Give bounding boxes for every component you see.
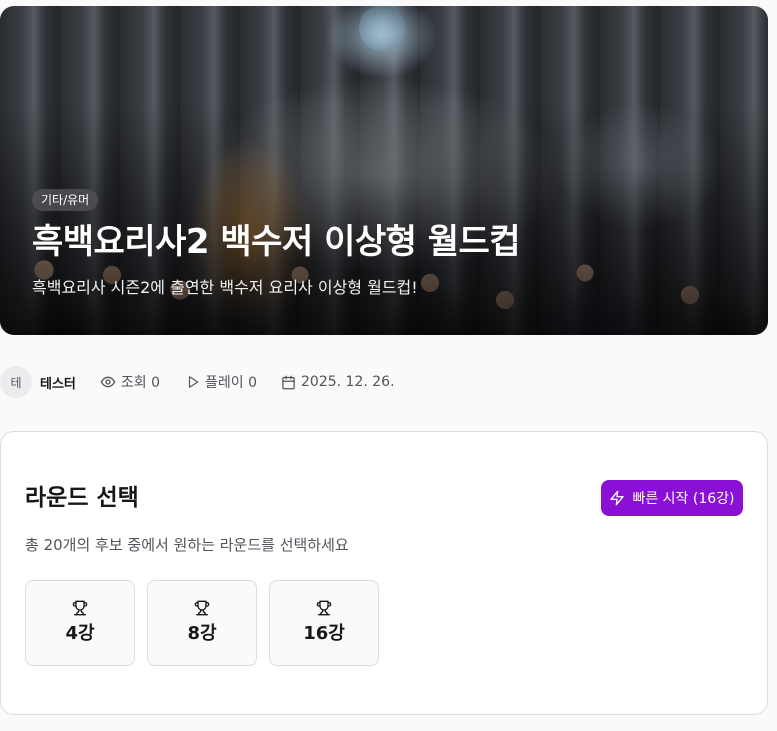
quick-start-button[interactable]: 빠른 시작 (16강) (601, 480, 743, 516)
created-date-label: 2025. 12. 26. (301, 374, 395, 390)
round-option-8[interactable]: 8강 (147, 580, 257, 666)
round-option-4[interactable]: 4강 (25, 580, 135, 666)
view-count: 조회 0 (100, 372, 160, 392)
round-select-subtitle: 총 20개의 후보 중에서 원하는 라운드를 선택하세요 (25, 536, 349, 554)
created-date: 2025. 12. 26. (281, 374, 395, 390)
play-count-label: 플레이 0 (205, 375, 258, 391)
hero-banner: 기타/유머 흑백요리사2 백수저 이상형 월드컵 흑백요리사 시즌2에 출연한 … (0, 6, 768, 335)
worldcup-description: 흑백요리사 시즌2에 출연한 백수저 요리사 이상형 월드컵! (32, 278, 418, 297)
play-icon (188, 376, 199, 388)
eye-icon (100, 376, 116, 388)
play-count: 플레이 0 (186, 372, 257, 392)
round-option-16[interactable]: 16강 (269, 580, 379, 666)
round-select-card: 라운드 선택 빠른 시작 (16강) 총 20개의 후보 중에서 원하는 라운드… (0, 431, 768, 715)
calendar-icon (282, 375, 295, 389)
round-option-label: 4강 (65, 623, 95, 644)
avatar[interactable]: 테 (0, 366, 32, 398)
trophy-icon (72, 600, 88, 616)
round-option-label: 8강 (187, 623, 217, 644)
meta-row: 테 테스터 조회 0 플레이 0 2025. 12. 26. (0, 366, 395, 398)
trophy-icon (194, 600, 210, 616)
round-option-label: 16강 (303, 623, 345, 644)
worldcup-title: 흑백요리사2 백수저 이상형 월드컵 (32, 222, 521, 262)
quick-start-label: 빠른 시작 (16강) (632, 491, 735, 507)
trophy-icon (316, 600, 332, 616)
lightning-icon (610, 490, 625, 506)
view-count-label: 조회 0 (120, 375, 161, 391)
round-options: 4강 8강 16강 (25, 580, 391, 666)
category-badge[interactable]: 기타/유머 (32, 189, 99, 211)
author-name[interactable]: 테스터 (40, 373, 76, 392)
round-select-title: 라운드 선택 (25, 485, 139, 511)
